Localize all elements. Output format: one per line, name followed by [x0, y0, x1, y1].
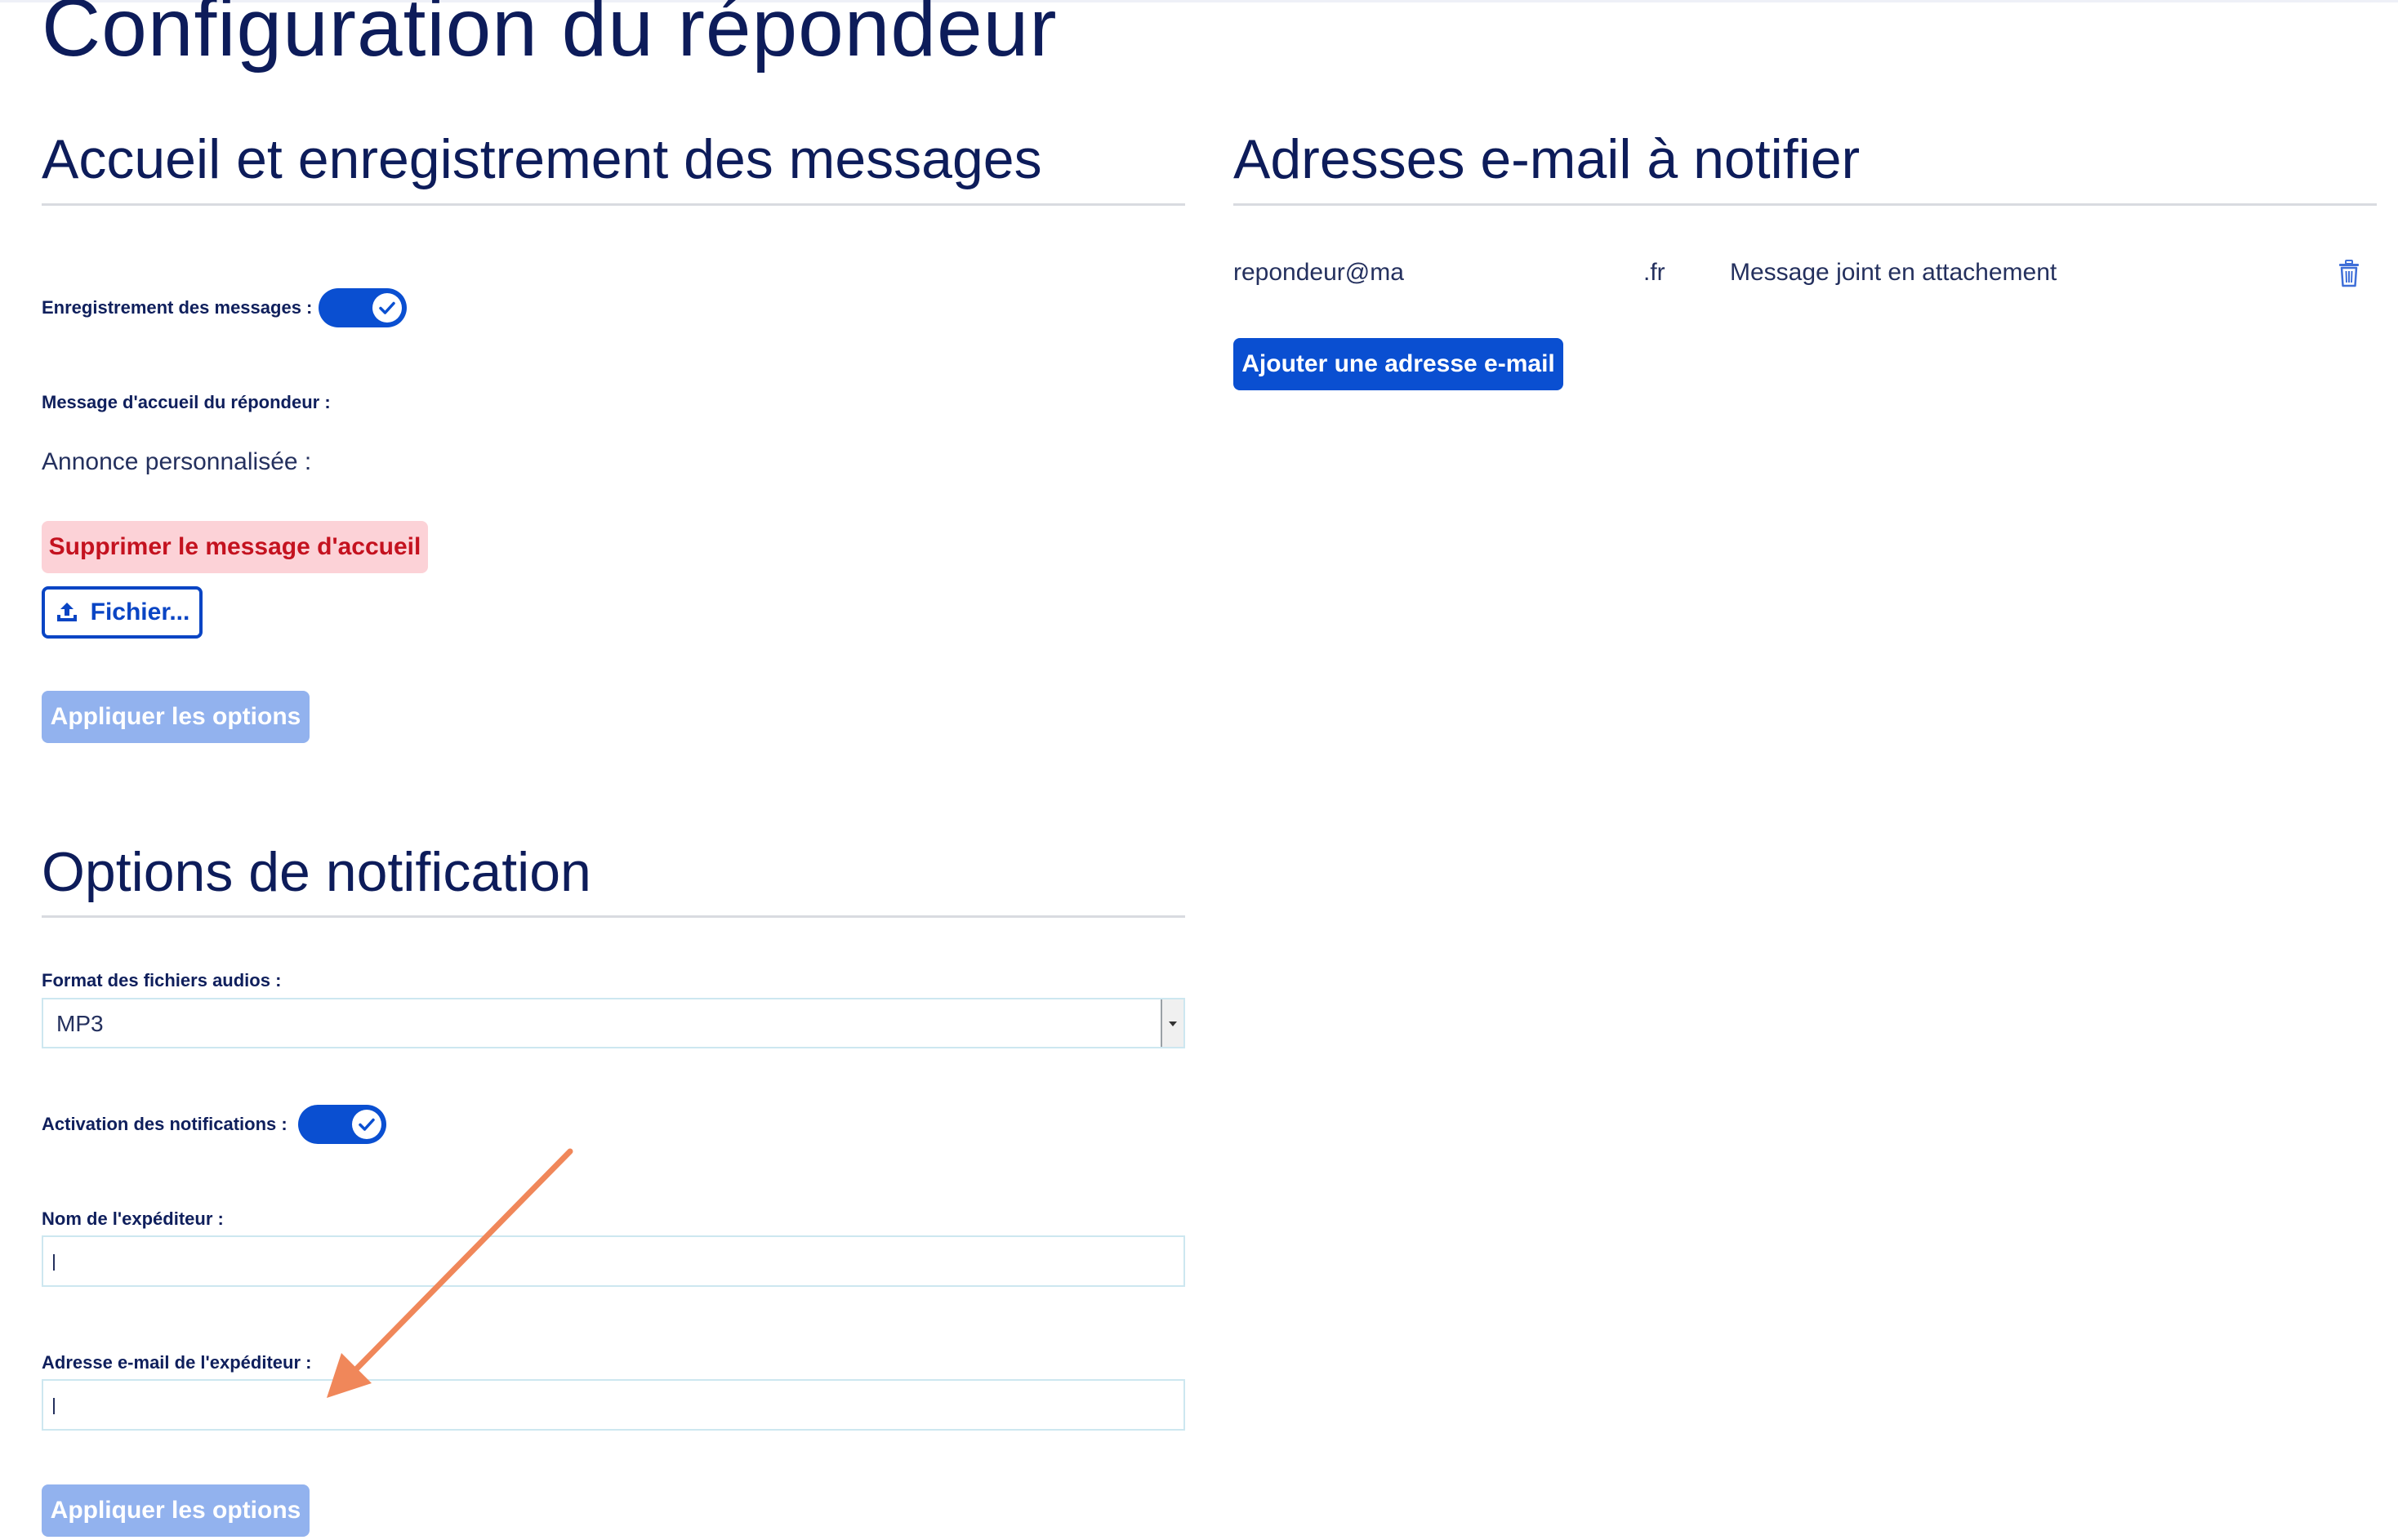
sender-email-input[interactable] — [42, 1379, 1185, 1431]
custom-announcement-label: Annonce personnalisée : — [42, 448, 312, 475]
check-icon — [359, 1118, 375, 1131]
chevron-down-icon — [1169, 1021, 1177, 1026]
annotation-arrow — [327, 1148, 573, 1398]
notifications-toggle[interactable] — [298, 1105, 386, 1144]
email-address-end: .fr — [1643, 259, 1665, 286]
audio-format-value: MP3 — [56, 1011, 104, 1036]
email-section-divider — [1233, 203, 2377, 206]
recording-toggle-knob — [372, 293, 402, 323]
email-section-title: Adresses e-mail à notifier — [1233, 128, 1861, 190]
upload-icon — [55, 600, 79, 625]
file-upload-button[interactable]: Fichier... — [42, 586, 203, 639]
welcome-section-divider — [42, 203, 1185, 206]
notifications-toggle-knob — [352, 1110, 381, 1139]
text-caret — [53, 1398, 55, 1414]
apply-welcome-options-button[interactable]: Appliquer les options — [42, 691, 310, 743]
notification-section-title: Options de notification — [42, 841, 591, 903]
check-icon — [379, 301, 395, 314]
welcome-message-label: Message d'accueil du répondeur : — [42, 392, 331, 412]
sender-email-label: Adresse e-mail de l'expéditeur : — [42, 1352, 312, 1373]
recording-label: Enregistrement des messages : — [42, 297, 313, 318]
page: Configuration du répondeur Accueil et en… — [0, 0, 2398, 1540]
sender-name-input[interactable] — [42, 1235, 1185, 1287]
sender-name-label: Nom de l'expéditeur : — [42, 1208, 224, 1229]
apply-notification-options-button[interactable]: Appliquer les options — [42, 1484, 310, 1537]
add-email-button[interactable]: Ajouter une adresse e-mail — [1233, 338, 1563, 390]
file-upload-button-label: Fichier... — [90, 599, 190, 625]
trash-icon[interactable] — [2338, 260, 2360, 292]
select-arrow[interactable] — [1161, 999, 1183, 1047]
delete-welcome-message-button[interactable]: Supprimer le message d'accueil — [42, 521, 428, 573]
audio-format-select[interactable]: MP3 — [42, 998, 1185, 1048]
page-title: Configuration du répondeur — [42, 0, 1058, 73]
audio-format-label: Format des fichiers audios : — [42, 970, 282, 990]
email-address-start: repondeur@ma — [1233, 259, 1404, 286]
text-caret — [53, 1254, 55, 1271]
welcome-section-title: Accueil et enregistrement des messages — [42, 128, 1042, 190]
notification-section-divider — [42, 915, 1185, 918]
recording-toggle[interactable] — [319, 288, 407, 327]
email-mode: Message joint en attachement — [1730, 259, 2057, 286]
notifications-label: Activation des notifications : — [42, 1114, 287, 1134]
